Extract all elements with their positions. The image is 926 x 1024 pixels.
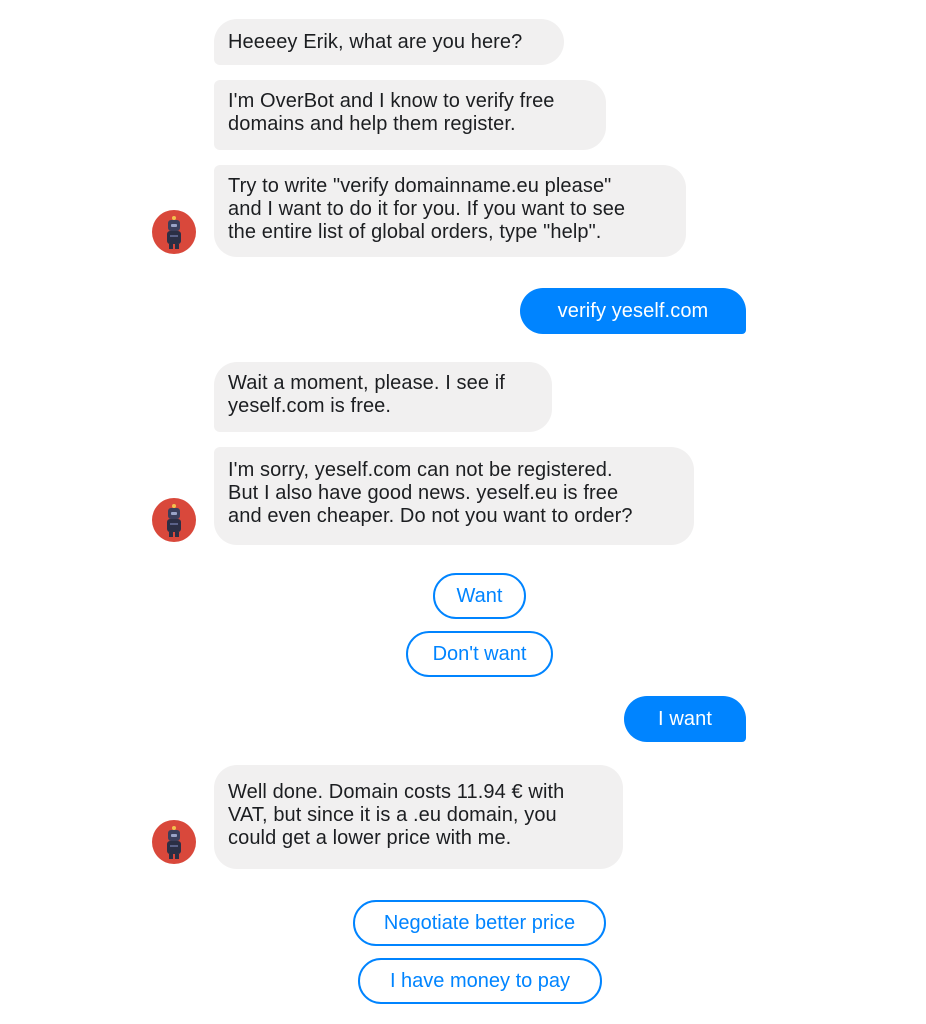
bot-message: I'm OverBot and I know to verify free do… <box>214 80 606 150</box>
robot-icon <box>167 826 181 859</box>
bot-message: Heeeey Erik, what are you here? <box>214 19 564 65</box>
bot-avatar <box>152 820 196 864</box>
robot-icon <box>167 504 181 537</box>
user-message: I want <box>624 696 746 742</box>
quick-reply-dont-want-button[interactable]: Don't want <box>406 631 553 677</box>
bot-avatar <box>152 498 196 542</box>
user-message: verify yeself.com <box>520 288 746 334</box>
bot-message: I'm sorry, yeself.com can not be registe… <box>214 447 694 545</box>
quick-reply-want-button[interactable]: Want <box>433 573 526 619</box>
bot-message: Wait a moment, please. I see if yeself.c… <box>214 362 552 432</box>
quick-reply-negotiate-button[interactable]: Negotiate better price <box>353 900 606 946</box>
bot-avatar <box>152 210 196 254</box>
bot-message: Well done. Domain costs 11.94 € with VAT… <box>214 765 623 869</box>
quick-reply-pay-button[interactable]: I have money to pay <box>358 958 602 1004</box>
bot-message: Try to write "verify domainname.eu pleas… <box>214 165 686 257</box>
robot-icon <box>167 216 181 249</box>
